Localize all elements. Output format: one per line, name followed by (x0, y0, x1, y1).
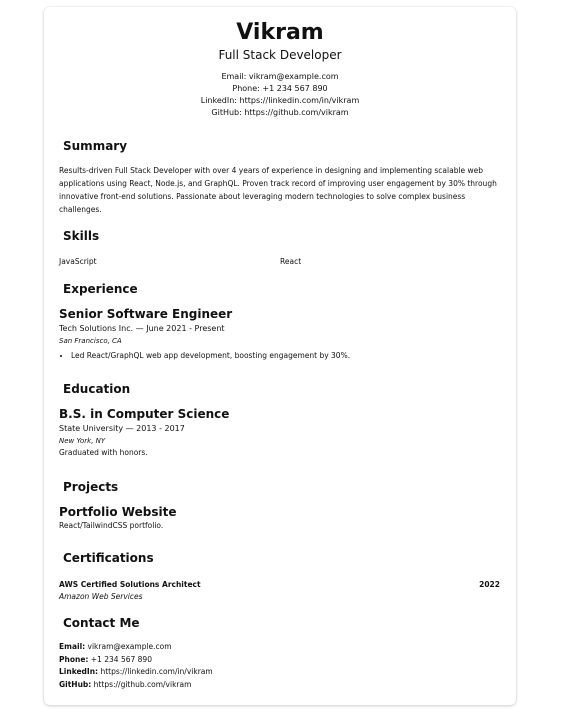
contact-me-list: Email: vikram@example.com Phone: +1 234 … (59, 641, 501, 691)
contact-linkedin-label: LinkedIn: (59, 667, 99, 676)
contact-github-value: https://github.com/vikram (91, 679, 192, 689)
person-title: Full Stack Developer (218, 48, 342, 62)
certification-name: AWS Certified Solutions Architect (59, 580, 201, 589)
experience-section: Experience Senior Software Engineer Tech… (59, 281, 501, 362)
resume-page: Vikram Full Stack Developer Email: vikra… (44, 7, 516, 705)
projects-heading: Projects (63, 480, 119, 494)
contact-phone-value: +1 234 567 890 (88, 654, 152, 664)
header-email: Email: vikram@example.com (221, 72, 339, 81)
contact-me-section: Contact Me Email: vikram@example.com Pho… (59, 615, 501, 691)
contact-linkedin-value: https://linkedin.com/in/vikram (98, 667, 213, 676)
contact-github-label: GitHub: (59, 679, 92, 689)
summary-text: Results-driven Full Stack Developer with… (59, 166, 497, 214)
person-name: Vikram (236, 20, 324, 45)
project-name: Portfolio Website (59, 505, 177, 519)
contact-linkedin-row: LinkedIn: https://linkedin.com/in/vikram (59, 666, 501, 679)
skills-heading: Skills (63, 229, 100, 243)
education-section: Education B.S. in Computer Science State… (59, 381, 501, 459)
contact-email-label: Email: (59, 642, 86, 651)
experience-bullets: Led React/GraphQL web app development, b… (59, 349, 501, 362)
header-github: GitHub: https://github.com/vikram (211, 108, 349, 117)
contact-me-heading: Contact Me (63, 616, 140, 630)
experience-bullet: Led React/GraphQL web app development, b… (71, 349, 501, 362)
skill-item: JavaScript (59, 257, 97, 266)
certifications-section: Certifications AWS Certified Solutions A… (59, 550, 501, 603)
education-note: Graduated with honors. (59, 448, 148, 457)
school-location: New York, NY (59, 437, 106, 445)
job-location: San Francisco, CA (59, 337, 122, 345)
certification-year: 2022 (479, 580, 500, 589)
company-date-line: Tech Solutions Inc. — June 2021 - Presen… (59, 324, 225, 333)
projects-section: Projects Portfolio Website React/Tailwin… (59, 479, 501, 532)
header-linkedin: LinkedIn: https://linkedin.com/in/vikram (200, 96, 360, 105)
skill-item: React (280, 257, 302, 266)
summary-heading: Summary (63, 139, 128, 153)
certification-row: AWS Certified Solutions Architect 2022 (59, 579, 500, 591)
header-contact-info: Email: vikram@example.com Phone: +1 234 … (59, 71, 501, 119)
summary-section: Summary Results-driven Full Stack Develo… (59, 138, 501, 216)
certification-issuer: Amazon Web Services (59, 592, 143, 601)
contact-email-value: vikram@example.com (85, 642, 172, 651)
project-description: React/TailwindCSS portfolio. (59, 521, 164, 530)
contact-phone-label: Phone: (59, 654, 89, 664)
contact-github-row: GitHub: https://github.com/vikram (59, 679, 501, 692)
skills-section: Skills JavaScript React (59, 228, 501, 267)
resume-content: Vikram Full Stack Developer Email: vikra… (59, 19, 501, 689)
contact-phone-row: Phone: +1 234 567 890 (59, 654, 501, 667)
experience-heading: Experience (63, 282, 138, 296)
contact-email-row: Email: vikram@example.com (59, 641, 501, 654)
degree: B.S. in Computer Science (59, 407, 230, 421)
header-phone: Phone: +1 234 567 890 (232, 84, 328, 93)
skills-list: JavaScript React (59, 256, 501, 267)
certifications-heading: Certifications (63, 551, 154, 565)
job-title: Senior Software Engineer (59, 307, 233, 321)
resume-header: Vikram Full Stack Developer Email: vikra… (59, 19, 501, 119)
education-heading: Education (63, 382, 131, 396)
school-date-line: State University — 2013 - 2017 (59, 424, 185, 433)
